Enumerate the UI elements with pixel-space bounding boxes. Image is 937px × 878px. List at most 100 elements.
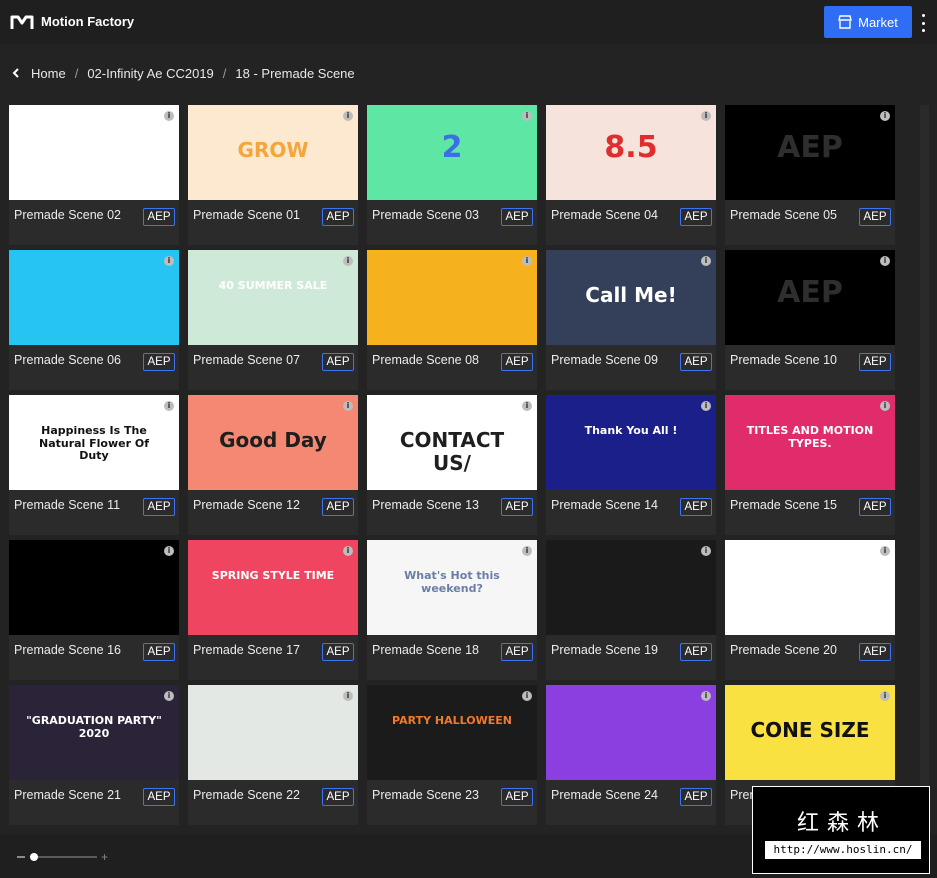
info-icon[interactable]: i: [880, 546, 890, 556]
zoom-in-icon[interactable]: +: [101, 851, 108, 863]
scene-card[interactable]: i Premade Scene 19 AEP: [546, 540, 716, 680]
info-icon[interactable]: i: [522, 546, 532, 556]
scene-card[interactable]: i Premade Scene 08 AEP: [367, 250, 537, 390]
scene-card[interactable]: CONTACT US/i Premade Scene 13 AEP: [367, 395, 537, 535]
scene-card[interactable]: i Premade Scene 06 AEP: [9, 250, 179, 390]
aep-badge[interactable]: AEP: [143, 643, 175, 661]
aep-badge[interactable]: AEP: [680, 498, 712, 516]
aep-badge[interactable]: AEP: [501, 498, 533, 516]
info-icon[interactable]: i: [522, 111, 532, 121]
scene-thumbnail[interactable]: 8.5 i: [546, 105, 716, 200]
aep-badge[interactable]: AEP: [322, 498, 354, 516]
info-icon[interactable]: i: [522, 401, 532, 411]
scene-card[interactable]: AEP i Premade Scene 05 AEP: [725, 105, 895, 245]
back-chevron-icon[interactable]: [10, 67, 22, 79]
aep-badge[interactable]: AEP: [501, 208, 533, 226]
aep-badge[interactable]: AEP: [143, 208, 175, 226]
scene-card[interactable]: AEP i Premade Scene 10 AEP: [725, 250, 895, 390]
aep-badge[interactable]: AEP: [501, 643, 533, 661]
zoom-out-icon[interactable]: [17, 856, 25, 858]
info-icon[interactable]: i: [343, 691, 353, 701]
scene-thumbnail[interactable]: i: [188, 685, 358, 780]
scene-thumbnail[interactable]: GROW i: [188, 105, 358, 200]
scene-card[interactable]: i Premade Scene 02 AEP: [9, 105, 179, 245]
aep-badge[interactable]: AEP: [322, 643, 354, 661]
scene-thumbnail[interactable]: Call Me! i: [546, 250, 716, 345]
breadcrumb-folder[interactable]: 02-Infinity Ae CC2019: [87, 66, 213, 81]
scene-thumbnail[interactable]: Happiness Is The Natural Flower Of Duty i: [9, 395, 179, 490]
scene-thumbnail[interactable]: i: [725, 540, 895, 635]
aep-badge[interactable]: AEP: [859, 353, 891, 371]
zoom-slider-handle[interactable]: [30, 853, 38, 861]
info-icon[interactable]: i: [701, 111, 711, 121]
scene-card[interactable]: What's Hot this weekend? i Premade Scene 1…: [367, 540, 537, 680]
market-button[interactable]: Market: [824, 6, 912, 38]
scene-card[interactable]: 8.5 i Premade Scene 04 AEP: [546, 105, 716, 245]
scene-thumbnail[interactable]: PARTY HALLOWEEN i: [367, 685, 537, 780]
info-icon[interactable]: i: [880, 401, 890, 411]
scene-card[interactable]: 40 SUMMER SALE i Premade Scene 07 AEP: [188, 250, 358, 390]
scene-thumbnail[interactable]: What's Hot this weekend? i: [367, 540, 537, 635]
info-icon[interactable]: i: [164, 546, 174, 556]
scene-thumbnail[interactable]: "GRADUATION PARTY" 2020 i: [9, 685, 179, 780]
aep-badge[interactable]: AEP: [322, 208, 354, 226]
scene-card[interactable]: SPRING STYLE TIME i Premade Scene 17 AEP: [188, 540, 358, 680]
scene-card[interactable]: Call Me! i Premade Scene 09 AEP: [546, 250, 716, 390]
scene-thumbnail[interactable]: i: [546, 540, 716, 635]
info-icon[interactable]: i: [701, 401, 711, 411]
scene-thumbnail[interactable]: CONE SIZE i: [725, 685, 895, 780]
breadcrumb-home[interactable]: Home: [31, 66, 66, 81]
info-icon[interactable]: i: [701, 691, 711, 701]
info-icon[interactable]: i: [164, 691, 174, 701]
scene-thumbnail[interactable]: i: [9, 540, 179, 635]
aep-badge[interactable]: AEP: [322, 353, 354, 371]
info-icon[interactable]: i: [343, 546, 353, 556]
aep-badge[interactable]: AEP: [680, 643, 712, 661]
aep-badge[interactable]: AEP: [680, 353, 712, 371]
aep-badge[interactable]: AEP: [143, 788, 175, 806]
scene-thumbnail[interactable]: TITLES AND MOTION TYPES. i: [725, 395, 895, 490]
scene-thumbnail[interactable]: i: [9, 250, 179, 345]
info-icon[interactable]: i: [343, 401, 353, 411]
scene-thumbnail[interactable]: i: [367, 250, 537, 345]
info-icon[interactable]: i: [522, 256, 532, 266]
scene-card[interactable]: Good Day i Premade Scene 12 AEP: [188, 395, 358, 535]
aep-badge[interactable]: AEP: [680, 788, 712, 806]
scene-card[interactable]: i Premade Scene 22 AEP: [188, 685, 358, 825]
scene-card[interactable]: i Premade Scene 16 AEP: [9, 540, 179, 680]
info-icon[interactable]: i: [701, 546, 711, 556]
scene-card[interactable]: i Premade Scene 24 AEP: [546, 685, 716, 825]
scene-card[interactable]: "GRADUATION PARTY" 2020 i Premade Scene 21…: [9, 685, 179, 825]
aep-badge[interactable]: AEP: [322, 788, 354, 806]
aep-badge[interactable]: AEP: [859, 498, 891, 516]
scene-thumbnail[interactable]: 40 SUMMER SALE i: [188, 250, 358, 345]
scene-thumbnail[interactable]: AEP i: [725, 250, 895, 345]
aep-badge[interactable]: AEP: [143, 353, 175, 371]
scene-thumbnail[interactable]: AEP i: [725, 105, 895, 200]
more-options-icon[interactable]: [918, 14, 928, 32]
breadcrumb-current[interactable]: 18 - Premade Scene: [235, 66, 354, 81]
info-icon[interactable]: i: [164, 111, 174, 121]
aep-badge[interactable]: AEP: [501, 353, 533, 371]
info-icon[interactable]: i: [701, 256, 711, 266]
info-icon[interactable]: i: [522, 691, 532, 701]
info-icon[interactable]: i: [164, 256, 174, 266]
aep-badge[interactable]: AEP: [680, 208, 712, 226]
info-icon[interactable]: i: [880, 111, 890, 121]
info-icon[interactable]: i: [880, 256, 890, 266]
scene-thumbnail[interactable]: i: [9, 105, 179, 200]
zoom-slider-track[interactable]: [30, 856, 97, 858]
scene-card[interactable]: TITLES AND MOTION TYPES. i Premade Scene 1…: [725, 395, 895, 535]
scene-card[interactable]: Thank You All ! i Premade Scene 14 AEP: [546, 395, 716, 535]
scene-thumbnail[interactable]: Thank You All ! i: [546, 395, 716, 490]
aep-badge[interactable]: AEP: [501, 788, 533, 806]
scene-thumbnail[interactable]: i: [546, 685, 716, 780]
scene-thumbnail[interactable]: CONTACT US/i: [367, 395, 537, 490]
scrollbar[interactable]: [920, 105, 929, 825]
info-icon[interactable]: i: [164, 401, 174, 411]
scene-card[interactable]: GROW i Premade Scene 01 AEP: [188, 105, 358, 245]
info-icon[interactable]: i: [343, 256, 353, 266]
info-icon[interactable]: i: [880, 691, 890, 701]
info-icon[interactable]: i: [343, 111, 353, 121]
scene-card[interactable]: 2 i Premade Scene 03 AEP: [367, 105, 537, 245]
